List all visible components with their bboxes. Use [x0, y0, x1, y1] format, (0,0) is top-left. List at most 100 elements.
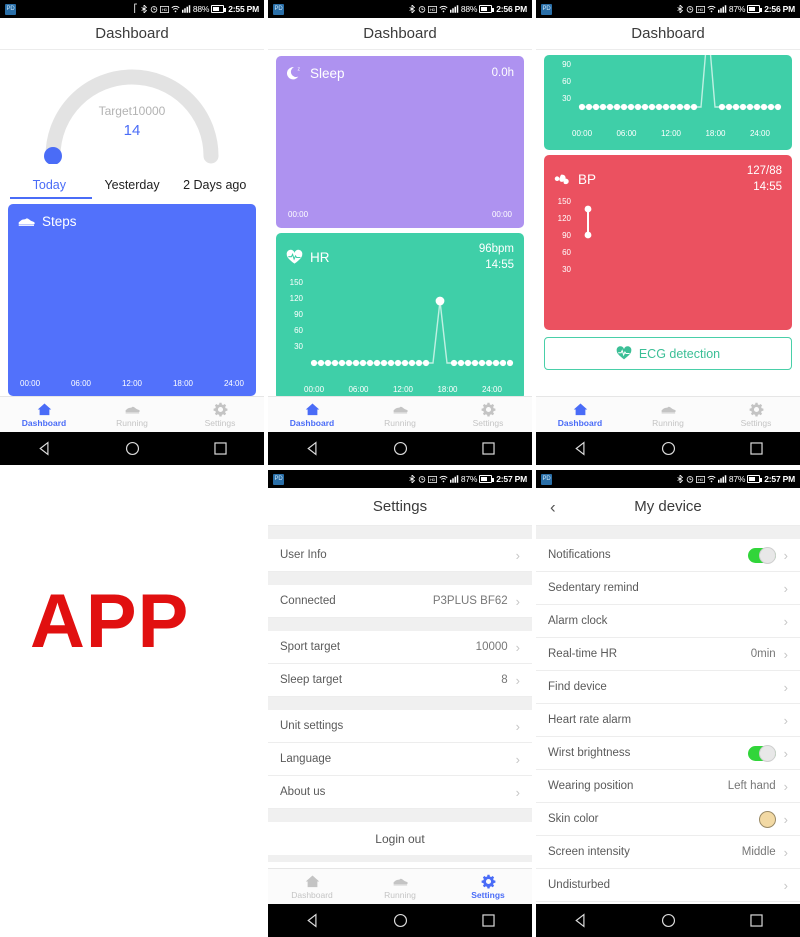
nav-dashboard-label: Dashboard — [289, 417, 335, 428]
logout-button[interactable]: Login out — [268, 822, 532, 855]
skin-color-swatch[interactable] — [758, 810, 776, 828]
row-value: 10000 — [475, 641, 508, 653]
alarm-icon — [418, 6, 426, 13]
clock-text: 2:57 PM — [764, 474, 795, 484]
android-recents-icon[interactable] — [748, 440, 765, 457]
android-back-icon[interactable] — [304, 440, 321, 457]
android-recents-icon[interactable] — [480, 440, 497, 457]
settings-row-user-info[interactable]: User Info › — [268, 539, 532, 572]
device-row-heart-rate-alarm[interactable]: Heart rate alarm › — [536, 704, 800, 737]
android-back-icon[interactable] — [572, 440, 589, 457]
nav-settings[interactable]: Settings — [444, 869, 532, 904]
nav-dashboard[interactable]: Dashboard — [268, 869, 356, 904]
shoe-icon — [125, 406, 140, 413]
day-tab-yesterday[interactable]: Yesterday — [91, 178, 174, 199]
settings-row-language[interactable]: Language › — [268, 743, 532, 776]
ecg-detection-button[interactable]: ECG detection — [544, 337, 792, 370]
nav-settings[interactable]: Settings — [712, 397, 800, 432]
bottom-nav: Dashboard Running Settings — [536, 396, 800, 432]
device-row-real-time-hr[interactable]: Real-time HR 0min › — [536, 638, 800, 671]
x-tick: 24:00 — [749, 129, 770, 138]
settings-row-connected[interactable]: Connected P3PLUS BF62 › — [268, 585, 532, 618]
device-row-wrist-brightness[interactable]: Wirst brightness › — [536, 737, 800, 770]
android-home-icon[interactable] — [660, 912, 677, 929]
status-bar: PD HD 87% 2:56 PM — [536, 0, 800, 18]
shoe-icon — [393, 406, 408, 413]
android-recents-icon[interactable] — [480, 912, 497, 929]
nav-running-label: Running — [384, 889, 416, 900]
settings-row-about-us[interactable]: About us › — [268, 776, 532, 809]
y-tick: 60 — [562, 248, 571, 257]
android-home-icon[interactable] — [392, 912, 409, 929]
chevron-right-icon: › — [783, 844, 788, 860]
row-label: Notifications — [548, 549, 611, 561]
nav-settings-label: Settings — [472, 417, 504, 428]
hr-chart-x-axis: 00:00 06:00 12:00 18:00 24:00 — [544, 129, 792, 138]
row-value: Left hand — [727, 780, 776, 792]
device-row-sedentary-remind[interactable]: Sedentary remind › — [536, 572, 800, 605]
chevron-right-icon: › — [515, 672, 520, 688]
phone-my-device: PD HD 87% 2:57 PM ‹ My device Notificati… — [536, 470, 800, 937]
hr-card-title: HR — [310, 250, 330, 266]
gauge-value: 14 — [123, 122, 141, 139]
android-home-icon[interactable] — [124, 440, 141, 457]
device-row-wearing-position[interactable]: Wearing position Left hand › — [536, 770, 800, 803]
x-tick: 12:00 — [392, 385, 413, 394]
android-back-icon[interactable] — [36, 440, 53, 457]
notifications-toggle[interactable] — [747, 546, 776, 564]
nav-dashboard[interactable]: Dashboard — [268, 397, 356, 432]
wifi-icon — [439, 475, 448, 483]
gear-icon — [481, 402, 495, 417]
status-bar: PD HD 87% 2:57 PM — [268, 470, 532, 488]
hr-card-partial[interactable]: 90 60 30 00:00 06:00 12:00 18:00 24:00 — [544, 55, 792, 150]
toggle-knob — [758, 546, 776, 564]
bp-chart-plot — [584, 205, 592, 239]
steps-card[interactable]: Steps 00:00 06:00 12:00 18:00 24:00 — [8, 204, 256, 396]
bluetooth-icon — [677, 475, 683, 483]
android-back-icon[interactable] — [304, 912, 321, 929]
nav-dashboard-label: Dashboard — [21, 417, 67, 428]
device-row-skin-color[interactable]: Skin color › — [536, 803, 800, 836]
row-label: Heart rate alarm — [548, 714, 632, 726]
sleep-card[interactable]: z Sleep 0.0h 00:00 00:00 — [276, 56, 524, 228]
device-row-undisturbed[interactable]: Undisturbed › — [536, 869, 800, 902]
nav-running[interactable]: Running — [624, 397, 712, 432]
settings-row-unit-settings[interactable]: Unit settings › — [268, 710, 532, 743]
bp-chart-y-axis: 150 120 90 60 30 — [549, 197, 571, 274]
android-recents-icon[interactable] — [212, 440, 229, 457]
bottom-nav: Dashboard Running Settings — [268, 868, 532, 904]
settings-row-sleep-target[interactable]: Sleep target 8 › — [268, 664, 532, 697]
hr-card[interactable]: HR 96bpm 14:55 150 120 90 60 30 00:00 06… — [276, 233, 524, 400]
settings-row-sport-target[interactable]: Sport target 10000 › — [268, 631, 532, 664]
device-row-alarm-clock[interactable]: Alarm clock › — [536, 605, 800, 638]
day-tab-2-days-ago[interactable]: 2 Days ago — [173, 178, 256, 199]
device-row-notifications[interactable]: Notifications › — [536, 539, 800, 572]
back-chevron-left-icon[interactable]: ‹ — [550, 498, 556, 515]
device-row-screen-intensity[interactable]: Screen intensity Middle › — [536, 836, 800, 869]
app-title-bar: ‹ My device — [536, 488, 800, 526]
shoe-icon — [393, 878, 408, 885]
nav-dashboard[interactable]: Dashboard — [0, 397, 88, 432]
android-home-icon[interactable] — [392, 440, 409, 457]
list-group-gap — [268, 855, 532, 862]
android-home-icon[interactable] — [660, 440, 677, 457]
status-bar: PD HD 87% 2:57 PM — [536, 470, 800, 488]
wrist-brightness-toggle[interactable] — [747, 744, 776, 762]
nav-running[interactable]: Running — [356, 869, 444, 904]
android-back-icon[interactable] — [572, 912, 589, 929]
gear-icon — [749, 402, 763, 417]
wifi-icon — [439, 5, 448, 13]
nav-settings[interactable]: Settings — [444, 397, 532, 432]
nav-running[interactable]: Running — [88, 397, 176, 432]
app-title-bar: Dashboard — [536, 18, 800, 50]
battery-icon — [747, 5, 763, 13]
chevron-right-icon: › — [783, 547, 788, 563]
chevron-right-icon: › — [783, 679, 788, 695]
bp-card[interactable]: BP 127/88 14:55 150 120 90 60 30 — [544, 155, 792, 330]
nav-running[interactable]: Running — [356, 397, 444, 432]
status-bar: PD ⎡ HD 88% 2:55 PM — [0, 0, 264, 18]
device-row-find-device[interactable]: Find device › — [536, 671, 800, 704]
nav-dashboard[interactable]: Dashboard — [536, 397, 624, 432]
android-recents-icon[interactable] — [748, 912, 765, 929]
nav-settings[interactable]: Settings — [176, 397, 264, 432]
